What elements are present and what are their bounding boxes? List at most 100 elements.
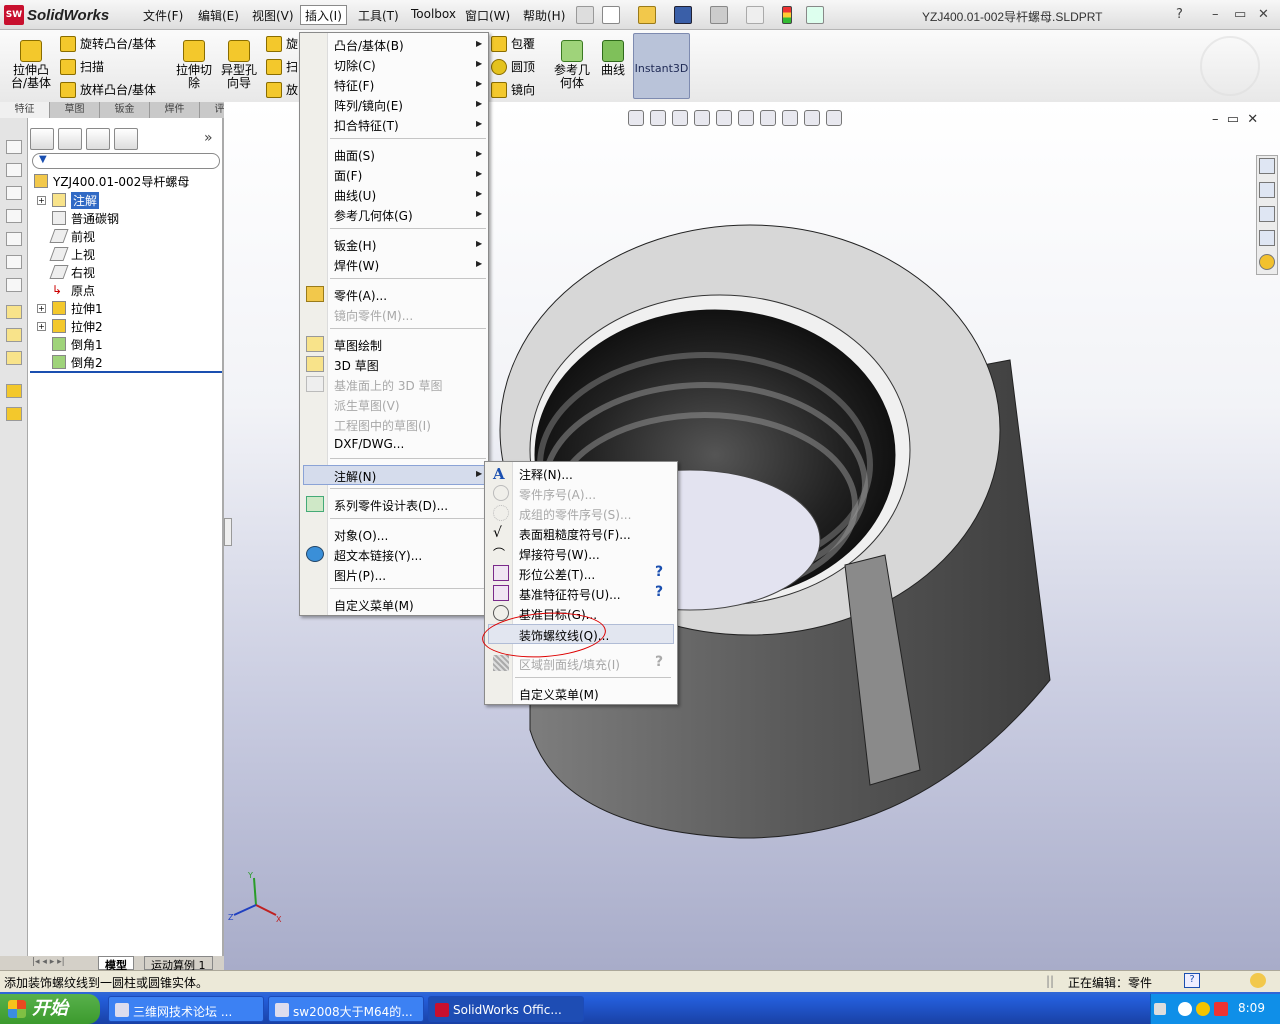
strip-tool-icon[interactable] (6, 209, 22, 223)
cut-strip-icon[interactable] (6, 407, 22, 421)
submenu-item-surface-finish[interactable]: 表面粗糙度符号(F)... (519, 526, 631, 544)
zoom-to-fit-icon[interactable] (628, 110, 644, 126)
menu-edit[interactable]: 编辑(E) (195, 7, 242, 25)
menu-item-hyperlink[interactable]: 超文本链接(Y)... (334, 547, 422, 565)
submenu-item-customize-menu[interactable]: 自定义菜单(M) (519, 686, 599, 704)
menu-item-annotations[interactable]: 注解(N) (303, 465, 485, 485)
tree-item-annotations[interactable]: + 注解 (37, 191, 100, 209)
strip-tool-icon[interactable] (6, 278, 22, 292)
panel-collapse-handle[interactable] (224, 518, 232, 546)
design-library-icon[interactable] (1259, 182, 1275, 198)
tree-item-chamfer2[interactable]: 倒角2 (52, 353, 103, 371)
menu-item-face[interactable]: 面(F) (334, 167, 362, 185)
expand-icon[interactable]: + (37, 303, 46, 313)
tab-weldments[interactable]: 焊件 (150, 102, 200, 118)
extrude-strip-icon[interactable] (6, 384, 22, 398)
mirror-button[interactable]: 镜向 (491, 81, 535, 98)
tab-scroll-arrows[interactable]: |◂ ◂ ▸ ▸| (32, 957, 65, 967)
zoom-area-icon[interactable] (650, 110, 666, 126)
help-icon[interactable]: ? (655, 564, 663, 580)
menu-window[interactable]: 窗口(W) (462, 7, 513, 25)
strip-tool-icon[interactable] (6, 140, 22, 154)
menu-item-customize-menu[interactable]: 自定义菜单(M) (334, 597, 414, 615)
viewport-window-controls[interactable]: – ▭ ✕ (1212, 112, 1258, 127)
menu-item-cut[interactable]: 切除(C) (334, 57, 376, 75)
relations-icon[interactable] (6, 351, 22, 365)
expand-icon[interactable]: + (37, 195, 46, 205)
strip-tool-icon[interactable] (6, 163, 22, 177)
sketch-icon[interactable] (6, 305, 22, 319)
help-icon[interactable]: ? (655, 584, 663, 600)
tree-item-chamfer1[interactable]: 倒角1 (52, 335, 103, 353)
menu-file[interactable]: 文件(F) (140, 7, 186, 25)
menu-item-picture[interactable]: 图片(P)... (334, 567, 386, 585)
menu-item-reference-geometry[interactable]: 参考几何体(G) (334, 207, 413, 225)
smart-dimension-icon[interactable] (6, 328, 22, 342)
strip-tool-icon[interactable] (6, 255, 22, 269)
menu-item-design-table[interactable]: 系列零件设计表(D)... (334, 497, 448, 515)
menu-insert[interactable]: 插入(I) (300, 5, 347, 25)
strip-tool-icon[interactable] (6, 186, 22, 200)
edit-appearance-icon[interactable] (782, 110, 798, 126)
feature-filter-input[interactable]: ▼ (32, 153, 220, 169)
menu-item-object[interactable]: 对象(O)... (334, 527, 388, 545)
keyboard-tray-icon[interactable] (1154, 1003, 1166, 1015)
menu-view[interactable]: 视图(V) (249, 7, 297, 25)
expand-panel-icon[interactable]: » (204, 130, 213, 146)
tree-item-extrude2[interactable]: + 拉伸2 (37, 317, 103, 335)
tree-item-material[interactable]: 普通碳钢 (52, 209, 119, 227)
extrude-boss-button[interactable]: 拉伸凸 台/基体 (8, 40, 54, 90)
tab-model[interactable]: 模型 (98, 956, 134, 972)
tab-features[interactable]: 特征 (0, 102, 50, 118)
hole-wizard-button[interactable]: 异型孔 向导 (218, 40, 260, 90)
tray-expand-icon[interactable] (1178, 1002, 1192, 1016)
rebuild-status-icon[interactable] (1250, 973, 1266, 988)
instant3d-button[interactable]: Instant3D (633, 33, 690, 99)
appearances-icon[interactable] (1259, 254, 1275, 270)
menu-item-3d-sketch[interactable]: 3D 草图 (334, 357, 379, 375)
sweep-button[interactable]: 扫描 (60, 58, 104, 75)
configuration-manager-tab-icon[interactable] (86, 128, 110, 150)
tab-sheet-metal[interactable]: 钣金 (100, 102, 150, 118)
strip-tool-icon[interactable] (6, 232, 22, 246)
solidworks-resources-icon[interactable] (1259, 158, 1275, 174)
feature-tree-tab-icon[interactable] (30, 128, 54, 150)
menu-item-dxf-dwg[interactable]: DXF/DWG... (334, 437, 404, 455)
menu-item-sketch[interactable]: 草图绘制 (334, 337, 382, 355)
wrap-button[interactable]: 包覆 (491, 35, 535, 52)
options-icon[interactable] (806, 6, 824, 24)
menu-help[interactable]: 帮助(H) (520, 7, 568, 25)
tab-motion-study[interactable]: 运动算例 1 (144, 956, 213, 972)
help-dropdown-icon[interactable]: ? (1176, 7, 1183, 22)
apply-scene-icon[interactable] (804, 110, 820, 126)
tree-item-extrude1[interactable]: + 拉伸1 (37, 299, 103, 317)
rollback-bar[interactable] (30, 371, 222, 373)
pin-icon[interactable] (576, 6, 594, 24)
loft-cut-button[interactable]: 放 (266, 81, 298, 98)
dimxpert-tab-icon[interactable] (114, 128, 138, 150)
minimize-icon[interactable]: – (1212, 7, 1219, 22)
display-style-icon[interactable] (738, 110, 754, 126)
taskbar-item-solidworks[interactable]: SolidWorks Offic... (428, 996, 584, 1022)
tree-item-top-plane[interactable]: 上视 (49, 245, 95, 263)
tree-item-right-plane[interactable]: 右视 (49, 263, 95, 281)
menu-tools[interactable]: 工具(T) (355, 7, 402, 25)
dome-button[interactable]: 圆顶 (491, 58, 535, 75)
network-tray-icon[interactable] (1214, 1002, 1228, 1016)
taskbar-item-doc[interactable]: sw2008大于M64的... (268, 996, 424, 1022)
curves-button[interactable]: 曲线 (596, 40, 630, 77)
submenu-item-note[interactable]: 注释(N)... (519, 466, 573, 484)
open-folder-icon[interactable] (638, 6, 656, 24)
property-manager-tab-icon[interactable] (58, 128, 82, 150)
save-icon[interactable] (674, 6, 692, 24)
rebuild-traffic-light-icon[interactable] (782, 6, 792, 24)
extrude-cut-button[interactable]: 拉伸切 除 (172, 40, 216, 90)
file-explorer-icon[interactable] (1259, 206, 1275, 222)
qq-tray-icon[interactable] (1196, 1002, 1210, 1016)
menu-item-part[interactable]: 零件(A)... (334, 287, 387, 305)
revolve-boss-button[interactable]: 旋转凸台/基体 (60, 35, 156, 52)
print-icon[interactable] (710, 6, 728, 24)
menu-toolbox[interactable]: Toolbox (408, 7, 459, 25)
submenu-item-geometric-tolerance[interactable]: 形位公差(T)... (519, 566, 595, 584)
quick-tips-help-icon[interactable]: ? (1184, 973, 1200, 988)
